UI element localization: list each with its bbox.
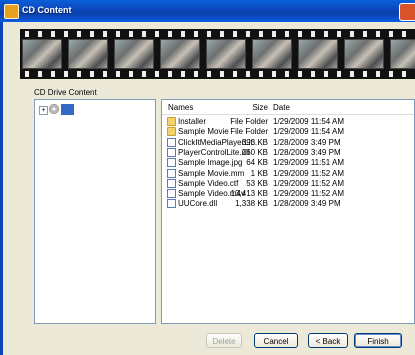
file-name: PlayerControlLite.dll [178,147,250,157]
file-size: 1 KB [250,168,268,178]
table-row[interactable]: ClickItMediaPlayerLit... 393 KB 1/28/2009 … [162,137,414,148]
file-icon [167,137,176,147]
file-date: 1/28/2009 3:49 PM [273,147,341,157]
file-name: Sample Movie [178,127,229,137]
film-perforation [20,31,415,37]
table-row[interactable]: Sample Image.jpg 64 KB 1/29/2009 11:51 AM [162,158,414,168]
file-date: 1/29/2009 11:51 AM [273,158,345,168]
file-icon [167,199,176,209]
close-icon[interactable] [399,3,415,21]
back-button[interactable]: < Back [308,333,348,348]
file-date: 1/28/2009 3:49 PM [273,199,341,209]
file-size: 13,413 KB [230,189,268,199]
filmstrip-banner [20,29,415,79]
file-list[interactable]: Names Size Date Installer File Folder 1/29… [161,99,415,324]
folder-icon [167,127,176,137]
file-date: 1/29/2009 11:54 AM [273,117,345,126]
delete-button[interactable]: Delete [206,333,242,348]
file-date: 1/29/2009 11:52 AM [273,168,345,178]
film-frame [22,39,62,69]
file-icon [167,189,176,199]
film-frame [344,39,384,69]
folder-icon [167,117,176,126]
film-frame [298,39,338,69]
file-icon [167,178,176,188]
table-row[interactable]: Sample Video.m4v 13,413 KB 1/29/2009 11:52… [162,189,414,199]
file-name: Sample Image.jpg [178,158,243,168]
table-row[interactable]: Installer File Folder 1/29/2009 11:54 AM [162,117,414,127]
file-icon [167,168,176,178]
column-header-names[interactable]: Names [168,103,193,112]
finish-button[interactable]: Finish [354,333,402,348]
table-row[interactable]: Sample Movie File Folder 1/29/2009 11:54 A… [162,127,414,137]
file-date: 1/29/2009 11:52 AM [273,178,345,188]
cd-drive-icon [49,104,59,114]
film-perforation [20,71,415,77]
file-size: 260 KB [241,147,268,157]
window-title: CD Content [22,5,72,15]
cd-drive-content-label: CD Drive Content [34,88,97,97]
file-name: Sample Video.ctf [178,178,239,188]
film-frame [114,39,154,69]
file-size: 1,338 KB [235,199,268,209]
file-size: 393 KB [241,137,268,147]
table-row[interactable]: Sample Video.ctf 53 KB 1/29/2009 11:52 AM [162,178,414,189]
file-date: 1/29/2009 11:52 AM [273,189,345,199]
expand-icon[interactable]: + [39,106,48,115]
title-bar: CD Content [0,0,415,22]
table-row[interactable]: Sample Movie.mm 1 KB 1/29/2009 11:52 AM [162,168,414,179]
app-icon [4,4,19,19]
file-size: File Folder [230,117,268,126]
film-frame [390,39,415,69]
file-name: UUCore.dll [178,199,218,209]
selected-node-icon[interactable] [61,104,74,115]
file-size: 53 KB [246,178,268,188]
cancel-button[interactable]: Cancel [254,333,298,348]
file-icon [167,158,176,168]
column-header-size[interactable]: Size [252,103,268,112]
table-row[interactable]: PlayerControlLite.dll 260 KB 1/28/2009 3:4… [162,147,414,158]
film-frame [206,39,246,69]
film-frame [68,39,108,69]
file-name: Sample Movie.mm [178,168,245,178]
file-icon [167,147,176,157]
table-row[interactable]: UUCore.dll 1,338 KB 1/28/2009 3:49 PM [162,199,414,209]
file-size: 64 KB [246,158,268,168]
file-name: Installer [178,117,207,126]
column-header-date[interactable]: Date [273,103,290,112]
folder-tree[interactable]: + [34,99,156,324]
film-frame [160,39,200,69]
file-size: File Folder [230,127,268,137]
file-list-header: Names Size Date [162,100,414,115]
file-date: 1/29/2009 11:54 AM [273,127,345,137]
film-frame [252,39,292,69]
file-date: 1/28/2009 3:49 PM [273,137,341,147]
